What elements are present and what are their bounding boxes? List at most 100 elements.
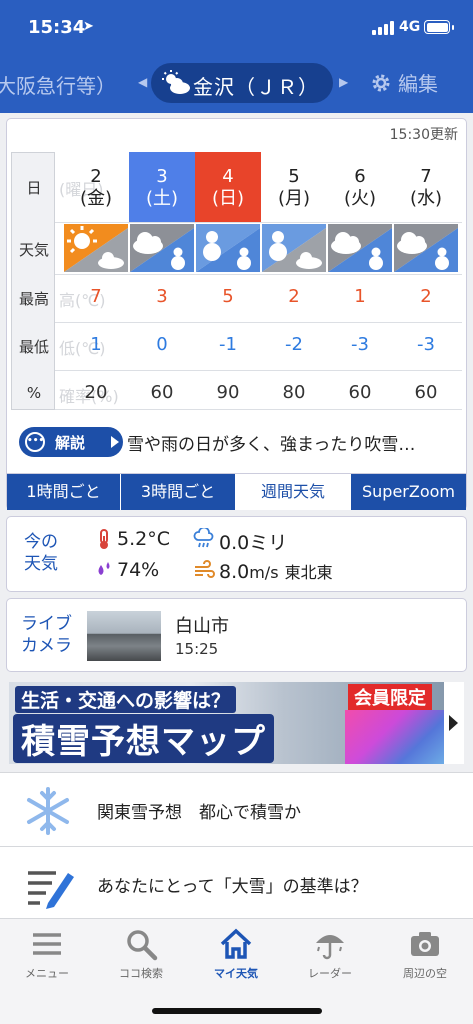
tab-3hourly[interactable]: 3時間ごと [121, 474, 236, 510]
pencil-list-icon [28, 871, 74, 909]
row-label-high: 最高 [18, 290, 49, 308]
day-of-week: (火) [343, 188, 377, 209]
live-camera-title: ライブカメラ [21, 614, 72, 656]
current-humidity: 74% [117, 559, 160, 581]
snow-then-snow-icon [196, 224, 260, 272]
camera-time: 15:25 [175, 640, 219, 658]
weather-cell [64, 224, 128, 272]
low-temp: -2 [285, 334, 303, 355]
day-date: 5 [288, 166, 300, 187]
tab-weekly[interactable]: 週間天気 [236, 474, 351, 510]
edit-label: 編集 [398, 72, 438, 96]
banner-next-arrow-icon[interactable] [444, 682, 464, 764]
wind-icon [195, 560, 215, 578]
camera-thumbnail[interactable] [87, 611, 161, 661]
location-services-icon: ➤ [83, 19, 94, 34]
nav-sky-camera[interactable]: 周辺の空 [378, 927, 472, 981]
wind-speed: 8.0 [219, 561, 250, 583]
day-of-week: (水) [409, 188, 443, 209]
weather-cell [130, 224, 194, 272]
snowflake-icon [27, 787, 69, 835]
weather-cell [196, 224, 260, 272]
high-temp: 1 [354, 286, 366, 307]
next-location-arrow-icon[interactable]: ▶ [339, 75, 348, 89]
precip-chance: 60 [414, 382, 438, 403]
current-weather-card[interactable]: 今の天気 5.2°C 0.0ミリ 74% 8.0m/s 東北東 [6, 516, 467, 592]
humidity-drops-icon [98, 562, 110, 575]
prev-location[interactable]: 大阪急行等） [0, 70, 116, 99]
prev-location-arrow-icon[interactable]: ◀ [138, 75, 147, 89]
news-title: 関東雪予想 都心で積雪か [97, 803, 301, 823]
low-temp: 0 [156, 334, 168, 355]
day-of-week: (日) [211, 188, 245, 209]
snow-map-banner[interactable]: 生活・交通への影響は？ 積雪予想マップ 会員限定 [9, 682, 464, 764]
nav-search-label: ココ検索 [119, 967, 163, 980]
current-weather-title: 今の天気 [24, 532, 58, 574]
nav-sky-camera-label: 周辺の空 [403, 967, 447, 980]
gear-icon [372, 74, 390, 92]
precip-chance: 60 [150, 382, 174, 403]
day-header: 4 (日) [195, 152, 261, 222]
weekly-forecast-card: 15:30更新 日 天気 最高 最低 % (曜日) 高(℃) 低(℃) 確率(%… [6, 118, 467, 510]
status-bar: 15:34 ➤ 4G [0, 0, 473, 58]
network-label: 4G [399, 19, 421, 35]
status-time: 15:34 [28, 17, 86, 38]
radar-umbrella-icon [316, 935, 344, 960]
row-labels: 日 天気 最高 最低 % [11, 152, 55, 410]
low-temp: -1 [219, 334, 237, 355]
weather-cell [328, 224, 392, 272]
sun-then-cloud-icon [64, 224, 128, 272]
home-icon [220, 928, 252, 959]
camera-icon [411, 932, 439, 956]
members-only-badge: 会員限定 [348, 684, 432, 710]
search-icon [127, 930, 158, 961]
high-temp: 3 [156, 286, 168, 307]
explain-button[interactable]: ••• 解説 [19, 427, 123, 457]
rain-cloud-icon [193, 528, 214, 548]
precip-chance: 20 [84, 382, 108, 403]
tab-superzoom[interactable]: SuperZoom [351, 474, 466, 510]
updated-time: 15:30更新 [389, 127, 458, 143]
home-indicator [152, 1008, 322, 1014]
nav-radar-label: レーダー [308, 967, 352, 980]
nav-radar[interactable]: レーダー [283, 927, 377, 981]
current-wind: 8.0m/s 東北東 [219, 559, 333, 583]
nav-my-weather-label: マイ天気 [214, 967, 258, 980]
high-temp: 5 [222, 286, 234, 307]
signal-icon [372, 21, 396, 35]
nav-my-weather[interactable]: マイ天気 [189, 927, 283, 981]
day-date: 6 [354, 166, 366, 187]
nav-search[interactable]: ココ検索 [94, 927, 188, 981]
day-header: 2 (金) [63, 152, 129, 222]
news-item[interactable]: あなたにとって「大雪」の基準は？ [0, 846, 473, 918]
current-precipitation: 0.0ミリ [219, 532, 288, 554]
location-name: 金沢（ＪＲ） [193, 75, 319, 99]
current-location-pill[interactable]: 金沢（ＪＲ） [151, 63, 333, 103]
wind-unit: m/s [249, 563, 279, 582]
thermometer-icon [100, 529, 108, 549]
battery-icon [424, 20, 454, 34]
live-camera-card[interactable]: ライブカメラ 白山市 15:25 [6, 598, 467, 672]
sun-cloud-icon [162, 70, 190, 94]
tab-hourly[interactable]: 1時間ごと [7, 474, 121, 510]
precip-chance: 90 [216, 382, 240, 403]
divider [55, 322, 462, 323]
low-temp: -3 [351, 334, 369, 355]
divider [55, 409, 462, 410]
precip-chance: 80 [282, 382, 306, 403]
day-header: 7 (水) [393, 152, 459, 222]
play-arrow-icon [111, 436, 119, 448]
edit-button[interactable]: 編集 [370, 68, 438, 98]
day-header: 5 (月) [261, 152, 327, 222]
high-temp: 7 [90, 286, 102, 307]
nav-menu[interactable]: メニュー [0, 927, 94, 981]
day-of-week: (月) [277, 188, 311, 209]
news-item[interactable]: 関東雪予想 都心で積雪か [0, 772, 473, 846]
explain-summary[interactable]: 雪や雨の日が多く、強まったり吹雪… [127, 430, 463, 455]
forecast-tabs: 1時間ごと 3時間ごと 週間天気 SuperZoom [7, 473, 466, 510]
day-of-week: (土) [145, 188, 179, 209]
snow-map-image [345, 710, 445, 764]
weather-cell [394, 224, 458, 272]
current-temperature: 5.2°C [117, 528, 170, 550]
camera-place: 白山市 [175, 616, 229, 637]
